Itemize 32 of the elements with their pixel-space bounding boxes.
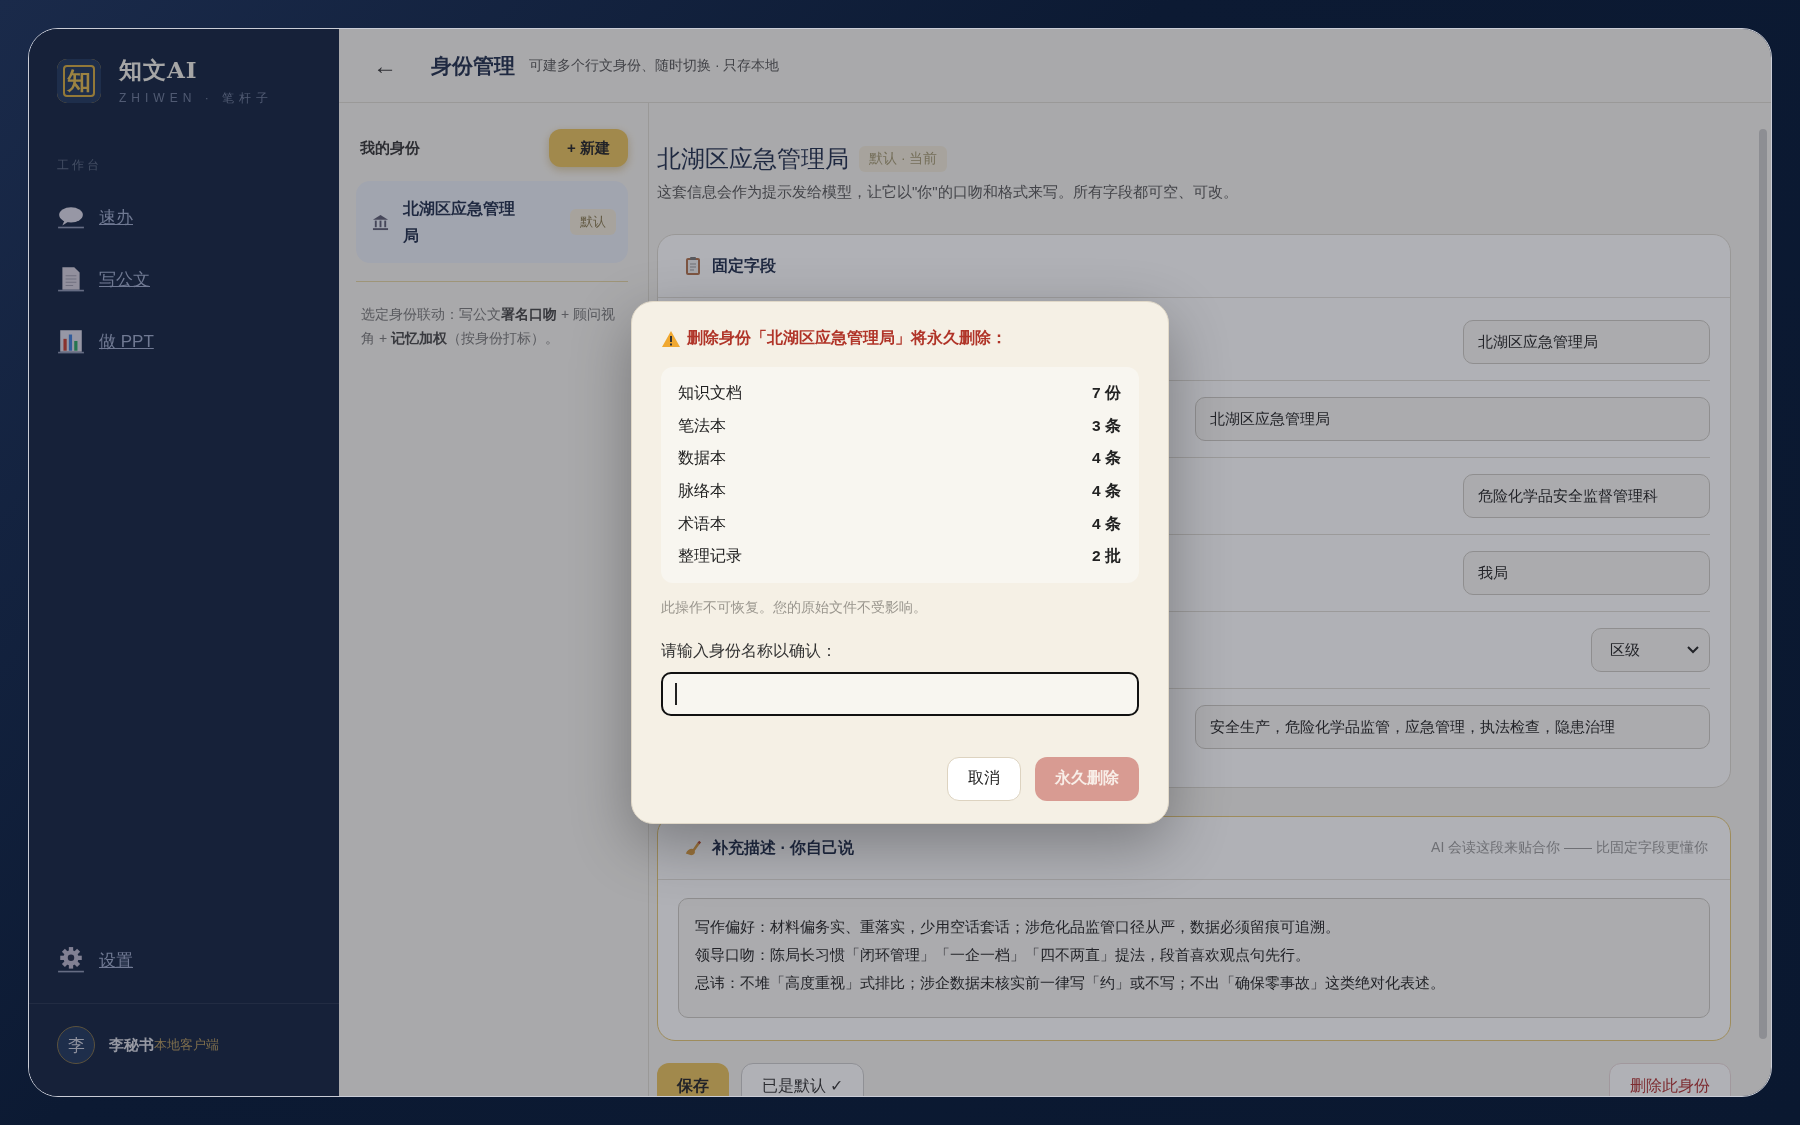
confirm-label: 请输入身份名称以确认： (661, 640, 838, 661)
item-label: 术语本 (678, 513, 726, 534)
identity-description: 这套信息会作为提示发给模型，让它以"你"的口吻和格式来写。所有字段都可空、可改。 (657, 183, 1239, 202)
status-badge: 默认 · 当前 (859, 146, 948, 172)
page-subtitle: 可建多个行文身份、随时切换 · 只存本地 (529, 56, 780, 75)
item-label: 笔法本 (678, 415, 726, 436)
page-title: 身份管理 (431, 51, 515, 80)
user-name: 李秘书 (109, 1035, 154, 1055)
item-count: 2 批 (1092, 546, 1121, 567)
identity-title: 北湖区应急管理局 (657, 144, 849, 175)
item-count: 7 份 (1092, 383, 1121, 404)
section-title: 固定字段 (712, 255, 776, 276)
item-label: 数据本 (678, 448, 726, 469)
item-count: 4 条 (1092, 513, 1121, 534)
identity-name: 北湖区应急管理局 (403, 199, 516, 246)
section-title: 补充描述 · 你自己说 (712, 837, 855, 858)
item-count: 4 条 (1092, 448, 1121, 469)
item-label: 脉络本 (678, 481, 726, 501)
client-label: 本地客户端 (154, 1036, 219, 1054)
identity-note: 选定身份联动：写公文署名口吻 + 顾问视角 + 记忆加权（按身份打标）。 (360, 305, 616, 348)
user-avatar: 李 (57, 1026, 95, 1064)
panel-title: 我的身份 (360, 138, 420, 158)
default-badge: 默认 (570, 209, 616, 235)
warning-note: 此操作不可恢复。您的原始文件不受影响。 (661, 598, 928, 617)
app-logo: 知 (57, 59, 101, 103)
section-hint: AI 会读这段来贴合你 —— 比固定字段更懂你 (1431, 839, 1708, 857)
dialog-title: 删除身份「北湖区应急管理局」将永久删除： (687, 328, 1007, 349)
item-count: 3 条 (1092, 415, 1121, 436)
item-label: 知识文档 (678, 383, 742, 404)
item-label: 整理记录 (678, 546, 742, 567)
app-name: 知文AI (119, 55, 199, 85)
item-count: 4 条 (1092, 481, 1121, 501)
